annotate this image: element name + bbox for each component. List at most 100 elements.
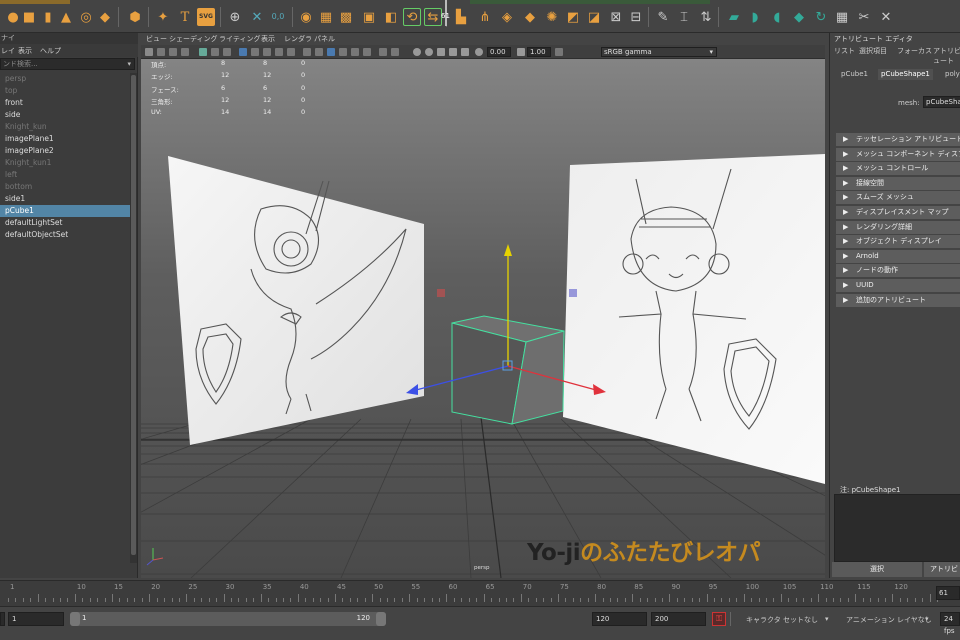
outliner-item[interactable]: bottom <box>0 181 130 193</box>
origin-icon[interactable]: 0,0 <box>269 8 287 26</box>
mesh-name-field[interactable]: pCubeShape1 <box>923 96 960 108</box>
isolate-icon[interactable] <box>327 48 335 56</box>
snap-icon[interactable]: ✕ <box>248 8 266 26</box>
combine-icon[interactable]: ◉ <box>297 8 315 26</box>
cube-icon[interactable]: ■ <box>20 8 38 26</box>
outliner-item[interactable]: persp <box>0 73 130 85</box>
tab-polycube[interactable]: polyC <box>942 69 960 80</box>
anim-end-field[interactable]: 200 <box>651 612 706 626</box>
load-attributes-button[interactable]: アトリビ <box>924 562 960 577</box>
separate-icon[interactable]: ▦ <box>317 8 335 26</box>
textured-icon[interactable] <box>263 48 271 56</box>
attr-section-header[interactable]: ▶ スムーズ メッシュ <box>836 191 960 205</box>
end-time-field[interactable]: 120 <box>592 612 647 626</box>
attr-section-header[interactable]: ▶ 追加のアトリビュート <box>836 293 960 307</box>
expand-arrow-icon[interactable]: ▶ <box>843 264 848 277</box>
lights-icon[interactable] <box>275 48 283 56</box>
target-weld-icon[interactable]: ✺ <box>543 8 561 26</box>
current-frame-field[interactable]: 61 <box>936 586 960 600</box>
expand-arrow-icon[interactable]: ▶ <box>843 206 848 219</box>
outliner-item[interactable]: Knight_kun <box>0 121 130 133</box>
camera-attr-icon[interactable] <box>157 48 165 56</box>
image-plane-icon[interactable] <box>181 48 189 56</box>
ao-icon[interactable] <box>303 48 311 56</box>
chevron-down-icon[interactable]: ▾ <box>925 615 929 623</box>
uv-auto-icon[interactable]: ◆ <box>790 8 808 26</box>
notes-textarea[interactable] <box>834 494 960 562</box>
attr-section-header[interactable]: ▶ 接線空間 <box>836 176 960 190</box>
sew-uv-icon[interactable]: ✕ <box>877 8 895 26</box>
menu-shading[interactable]: シェーディング <box>169 34 218 44</box>
outliner-item[interactable]: top <box>0 85 130 97</box>
expand-arrow-icon[interactable]: ▶ <box>843 148 848 161</box>
expand-arrow-icon[interactable]: ▶ <box>843 279 848 292</box>
time-slider[interactable]: 1 10 15 20 25 30 35 40 45 50 55 60 65 70 75 80 85 90 95 100… <box>0 580 960 606</box>
outliner-item[interactable]: imagePlane1 <box>0 133 130 145</box>
tab-pcube1[interactable]: pCube1 <box>838 69 871 80</box>
boolean-icon[interactable]: ▣ <box>360 8 378 26</box>
menu-renderer[interactable]: レンダラ <box>284 34 312 44</box>
cone-icon[interactable]: ▲ <box>57 8 75 26</box>
cylinder-icon[interactable]: ▮ <box>39 8 57 26</box>
cut-uv-icon[interactable]: ✂ <box>855 8 873 26</box>
range-slider[interactable]: 1 120 <box>70 612 386 626</box>
uv-spherical-icon[interactable]: ◖ <box>768 8 786 26</box>
pivot-icon[interactable]: ⊕ <box>226 8 244 26</box>
torus-icon[interactable]: ◎ <box>77 8 95 26</box>
expand-arrow-icon[interactable]: ▶ <box>843 250 848 263</box>
menu-help[interactable]: ヘルプ <box>40 46 61 56</box>
gamma-icon[interactable] <box>517 48 525 56</box>
outliner-item[interactable]: Knight_kun1 <box>0 157 130 169</box>
wire-on-shaded-icon[interactable] <box>449 48 457 56</box>
backface-icon[interactable] <box>379 48 387 56</box>
grid-icon[interactable] <box>199 48 207 56</box>
outliner-item[interactable]: front <box>0 97 130 109</box>
exposure-field[interactable]: 0.00 <box>487 47 511 57</box>
outliner-item[interactable]: defaultLightSet <box>0 217 130 229</box>
edge-loop-icon[interactable]: ◈ <box>498 8 516 26</box>
outliner-item[interactable]: side <box>0 109 130 121</box>
select-button[interactable]: 選択 <box>832 562 922 577</box>
plane-icon[interactable]: ◆ <box>96 8 114 26</box>
select-camera-icon[interactable] <box>145 48 153 56</box>
bridge-icon[interactable]: ⇆ <box>424 8 442 26</box>
append-icon[interactable]: ◪ <box>585 8 603 26</box>
menu-list[interactable]: リスト <box>834 46 855 56</box>
uv-icon[interactable]: ⌶ <box>675 8 693 26</box>
star-icon[interactable]: ✦ <box>154 8 172 26</box>
xray-components-icon[interactable] <box>363 48 371 56</box>
attr-section-header[interactable]: ▶ Arnold <box>836 249 960 263</box>
exposure-reset-icon[interactable] <box>475 48 483 56</box>
mirror-icon[interactable]: ◧ <box>382 8 400 26</box>
range-handle-end[interactable] <box>376 612 386 626</box>
uv-unfold-icon[interactable]: ↻ <box>812 8 830 26</box>
chevron-down-icon[interactable]: ▾ <box>127 59 131 69</box>
expand-arrow-icon[interactable]: ▶ <box>843 162 848 175</box>
outliner-search-input[interactable]: ンド検索... ▾ <box>0 58 135 70</box>
chevron-down-icon[interactable]: ▾ <box>825 615 829 623</box>
checker-icon[interactable]: ▦ <box>833 8 851 26</box>
expand-arrow-icon[interactable]: ▶ <box>843 191 848 204</box>
expand-arrow-icon[interactable]: ▶ <box>843 235 848 248</box>
outliner-item[interactable]: pCube1 <box>0 205 130 217</box>
menu-view[interactable]: ビュー <box>146 34 167 44</box>
expand-arrow-icon[interactable]: ▶ <box>843 221 848 234</box>
menu-show[interactable]: 表示 <box>261 34 275 44</box>
text-icon[interactable]: T <box>176 8 194 26</box>
hud-icon[interactable] <box>391 48 399 56</box>
viewport-3d[interactable]: 頂点: 8 8 0 エッジ: 12 12 0 フェース: 6 6 0 三角形: 12 12 0 UV: 14 14 0… <box>141 59 825 578</box>
delete-edge-icon[interactable]: ⊠ <box>607 8 625 26</box>
shadows-icon[interactable] <box>287 48 295 56</box>
resolution-gate-icon[interactable] <box>223 48 231 56</box>
multicut-icon[interactable]: ⋔ <box>476 8 494 26</box>
xray-joints-icon[interactable] <box>351 48 359 56</box>
shaded-icon[interactable] <box>437 48 445 56</box>
menu-selected[interactable]: 選択項目 <box>859 46 887 56</box>
smooth-shade-icon[interactable] <box>251 48 259 56</box>
outliner-scrollbar[interactable] <box>130 73 137 563</box>
attr-section-header[interactable]: ▶ メッシュ コントロール <box>836 162 960 176</box>
insert-loop-icon[interactable]: ◆ <box>521 8 539 26</box>
attr-section-header[interactable]: ▶ テッセレーション アトリビュート <box>836 133 960 146</box>
pen-icon[interactable]: ✎ <box>654 8 672 26</box>
fill-hole-icon[interactable]: ◩ <box>564 8 582 26</box>
